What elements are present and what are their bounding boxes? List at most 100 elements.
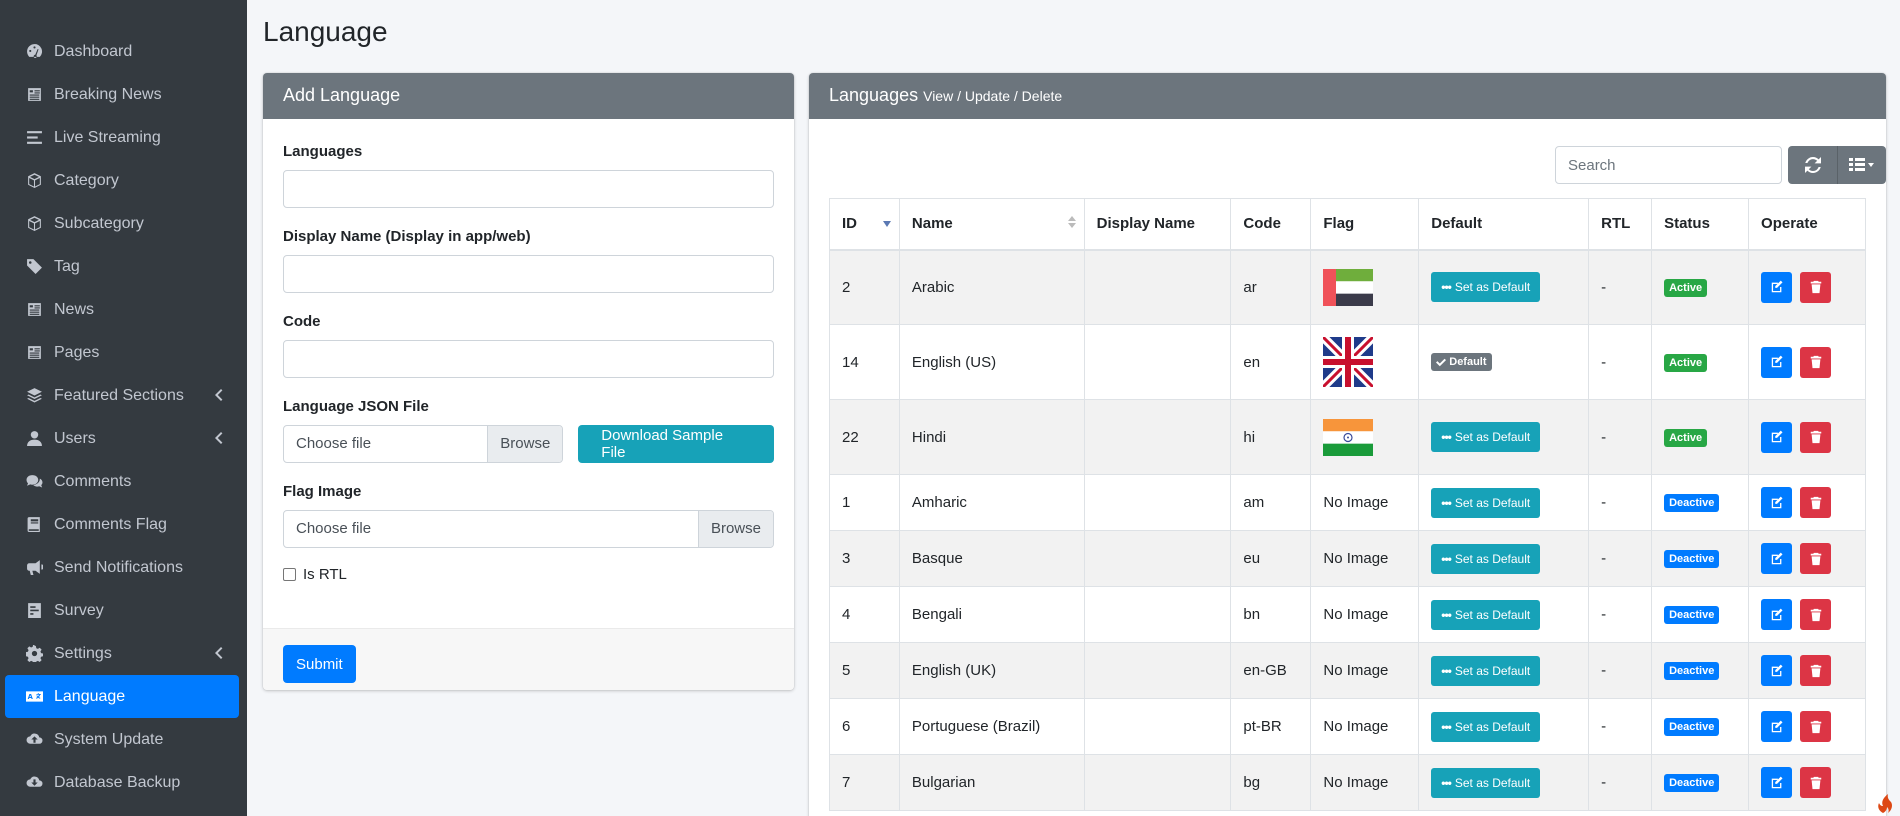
set-as-default-button[interactable]: ••• Set as Default xyxy=(1431,272,1541,303)
ellipsis-icon: ••• xyxy=(1441,551,1452,566)
cell-default: ••• Set as Default xyxy=(1418,399,1590,475)
json-file-input[interactable]: Choose file Browse xyxy=(283,425,564,463)
status-badge: Deactive xyxy=(1664,774,1720,792)
bullhorn-icon xyxy=(24,560,44,576)
delete-button[interactable] xyxy=(1800,421,1832,453)
sidebar-item-category[interactable]: Category xyxy=(5,159,239,202)
sidebar-item-dashboard[interactable]: Dashboard xyxy=(5,30,239,73)
sidebar-item-send-notifications[interactable]: Send Notifications xyxy=(5,546,239,589)
sidebar-item-language[interactable]: Language xyxy=(5,675,239,718)
flag-image-input[interactable]: Choose file Browse xyxy=(283,510,774,548)
sidebar-item-settings[interactable]: Settings xyxy=(5,632,239,675)
edit-button[interactable] xyxy=(1761,487,1793,518)
sidebar-item-users[interactable]: Users xyxy=(5,417,239,460)
display-name-input[interactable] xyxy=(283,255,774,293)
sidebar-item-system-update[interactable]: System Update xyxy=(5,718,239,761)
cell-rtl: - xyxy=(1588,324,1653,400)
set-as-default-button[interactable]: ••• Set as Default xyxy=(1431,487,1541,518)
sidebar-item-label: System Update xyxy=(54,730,164,748)
status-badge: Deactive xyxy=(1664,550,1720,568)
sidebar-item-subcategory[interactable]: Subcategory xyxy=(5,202,239,245)
status-badge: Active xyxy=(1664,428,1708,447)
delete-button[interactable] xyxy=(1800,271,1832,303)
code-input[interactable] xyxy=(283,340,774,378)
sidebar-item-label: Comments xyxy=(54,472,132,490)
newspaper-icon xyxy=(24,302,44,318)
cell-default: ••• Set as Default xyxy=(1418,642,1590,699)
edit-button[interactable] xyxy=(1761,271,1793,303)
ellipsis-icon: ••• xyxy=(1441,775,1452,790)
sidebar-item-database-backup[interactable]: Database Backup xyxy=(5,761,239,804)
edit-button[interactable] xyxy=(1761,599,1793,630)
search-input[interactable]: Search xyxy=(1555,146,1782,184)
col-id[interactable]: ID xyxy=(829,198,900,251)
languages-input[interactable] xyxy=(283,170,774,208)
delete-button[interactable] xyxy=(1800,599,1832,630)
edit-button[interactable] xyxy=(1761,421,1793,453)
cell-display-name xyxy=(1083,530,1232,587)
cell-name: English (US) xyxy=(898,324,1085,400)
flag-browse-button[interactable]: Browse xyxy=(697,511,773,547)
sidebar-item-news[interactable]: News xyxy=(5,288,239,331)
set-as-default-button[interactable]: ••• Set as Default xyxy=(1431,711,1541,742)
sidebar-item-pages[interactable]: Pages xyxy=(5,331,239,374)
delete-button[interactable] xyxy=(1800,543,1832,574)
edit-button[interactable] xyxy=(1761,543,1793,574)
table-row: 6 Portuguese (Brazil) pt-BR No Image ••• Set … xyxy=(829,698,1866,755)
cell-id: 2 xyxy=(829,249,900,325)
sidebar-item-label: Users xyxy=(54,429,96,447)
code-label: Code xyxy=(283,313,321,330)
set-as-default-button[interactable]: ••• Set as Default xyxy=(1431,767,1541,798)
cell-name: Bulgarian xyxy=(898,754,1085,811)
languages-list-header: Languages View / Update / Delete xyxy=(809,73,1886,119)
sidebar-item-live-streaming[interactable]: Live Streaming xyxy=(5,116,239,159)
edit-icon xyxy=(1770,280,1784,294)
cell-id: 5 xyxy=(829,642,900,699)
cell-rtl: - xyxy=(1588,642,1653,699)
sidebar-item-breaking-news[interactable]: Breaking News xyxy=(5,73,239,116)
delete-button[interactable] xyxy=(1800,655,1832,686)
sidebar-item-label: Comments Flag xyxy=(54,515,167,533)
col-name[interactable]: Name xyxy=(898,198,1085,251)
delete-button[interactable] xyxy=(1800,711,1832,742)
trash-icon xyxy=(1809,664,1823,678)
delete-button[interactable] xyxy=(1800,767,1832,798)
sidebar-item-survey[interactable]: Survey xyxy=(5,589,239,632)
download-sample-button[interactable]: Download Sample File xyxy=(578,425,774,463)
cell-status: Deactive xyxy=(1651,474,1750,531)
col-display-name: Display Name xyxy=(1083,198,1232,251)
sidebar-item-comments-flag[interactable]: Comments Flag xyxy=(5,503,239,546)
submit-button[interactable]: Submit xyxy=(283,645,356,683)
cell-operate xyxy=(1748,530,1866,587)
trash-icon xyxy=(1809,552,1823,566)
cell-rtl: - xyxy=(1588,754,1653,811)
cell-flag: No Image xyxy=(1310,474,1420,531)
sidebar-item-featured-sections[interactable]: Featured Sections xyxy=(5,374,239,417)
json-browse-button[interactable]: Browse xyxy=(487,426,563,462)
edit-button[interactable] xyxy=(1761,767,1793,798)
chevron-left-icon xyxy=(213,388,225,402)
edit-button[interactable] xyxy=(1761,711,1793,742)
set-as-default-button[interactable]: ••• Set as Default xyxy=(1431,599,1541,630)
edit-button[interactable] xyxy=(1761,346,1793,378)
set-as-default-button[interactable]: ••• Set as Default xyxy=(1431,422,1541,452)
edit-icon xyxy=(1770,430,1784,444)
sidebar-item-tag[interactable]: Tag xyxy=(5,245,239,288)
sidebar-item-comments[interactable]: Comments xyxy=(5,460,239,503)
set-as-default-button[interactable]: ••• Set as Default xyxy=(1431,655,1541,686)
delete-button[interactable] xyxy=(1800,487,1832,518)
edit-button[interactable] xyxy=(1761,655,1793,686)
columns-toggle-button[interactable] xyxy=(1837,146,1886,184)
cell-operate xyxy=(1748,399,1866,475)
languages-label: Languages xyxy=(283,143,363,160)
language-icon xyxy=(24,689,44,705)
is-rtl-checkbox[interactable] xyxy=(283,568,296,581)
set-as-default-button[interactable]: ••• Set as Default xyxy=(1431,543,1541,574)
cloud-download-icon xyxy=(24,775,44,791)
delete-button[interactable] xyxy=(1800,346,1832,378)
cell-flag: No Image xyxy=(1310,642,1420,699)
sidebar-item-label: Settings xyxy=(54,644,112,662)
cell-flag: No Image xyxy=(1310,754,1420,811)
trash-icon xyxy=(1809,720,1823,734)
refresh-button[interactable] xyxy=(1788,146,1837,184)
